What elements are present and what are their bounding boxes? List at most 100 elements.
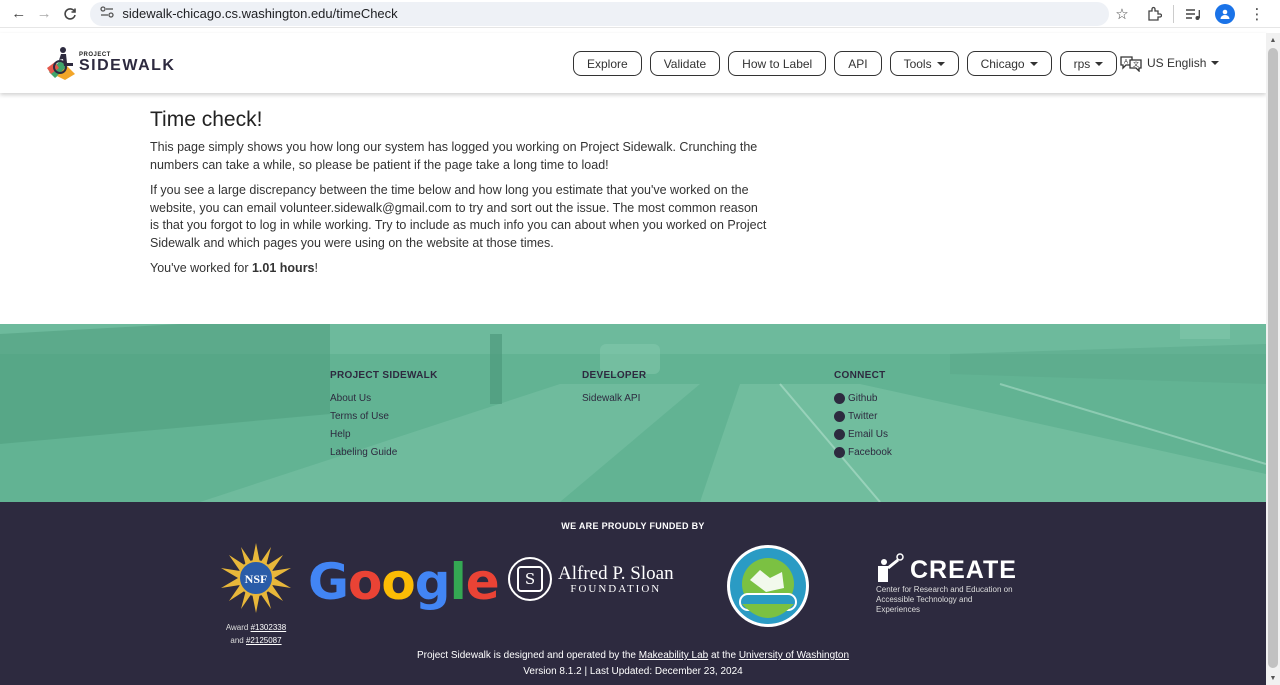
- sidewalk-logo-icon: [47, 47, 75, 80]
- award-prefix: Award: [225, 623, 251, 632]
- footer-col-project: PROJECT SIDEWALK About Us Terms of Use H…: [330, 370, 582, 461]
- footer-heading-connect: CONNECT: [834, 370, 886, 381]
- caret-down-icon: [936, 61, 945, 66]
- footer-link-terms[interactable]: Terms of Use: [330, 407, 582, 425]
- translate-icon: A 文: [1120, 56, 1142, 72]
- scroll-down-arrow-icon[interactable]: ▼: [1266, 671, 1280, 685]
- github-label: Github: [848, 392, 878, 404]
- footer-columns: PROJECT SIDEWALK About Us Terms of Use H…: [330, 370, 1086, 461]
- intro-paragraph: This page simply shows you how long our …: [150, 140, 758, 172]
- site-settings-icon[interactable]: [100, 6, 122, 21]
- footer-link-sidewalk-api[interactable]: Sidewalk API: [582, 389, 834, 407]
- credits-prefix: Project Sidewalk is designed and operate…: [416, 650, 639, 661]
- browser-toolbar: ← → sidewalk-chicago.cs.washington.edu/t…: [0, 0, 1280, 28]
- sloan-foundation-word: FOUNDATION: [570, 582, 662, 595]
- google-letter: g: [414, 553, 451, 611]
- nav-tools-dropdown[interactable]: Tools: [889, 51, 959, 76]
- project-sidewalk-logo[interactable]: PROJECT SIDEWALK: [47, 46, 175, 80]
- url-text: sidewalk-chicago.cs.washington.edu/timeC…: [122, 6, 398, 21]
- worked-hours-value: 1.01 hours: [251, 261, 315, 275]
- forward-button[interactable]: →: [31, 1, 56, 27]
- email-label: Email Us: [848, 428, 889, 440]
- footer-heading-project: PROJECT SIDEWALK: [330, 370, 438, 381]
- forward-icon: →: [36, 5, 52, 22]
- twitter-icon: [834, 410, 845, 422]
- sloan-foundation-logo[interactable]: S Alfred P. Sloan FOUNDATION: [508, 557, 674, 601]
- footer-link-about[interactable]: About Us: [330, 389, 582, 407]
- worked-time-line: You've worked for 1.01 hours!: [150, 260, 770, 278]
- svg-text:文: 文: [1133, 61, 1139, 69]
- facebook-label: Facebook: [848, 446, 892, 458]
- facebook-icon: [834, 446, 845, 458]
- twitter-label: Twitter: [848, 410, 878, 422]
- bookmark-star-icon[interactable]: ☆: [1109, 2, 1135, 26]
- nav-explore-label: Explore: [587, 56, 628, 71]
- address-bar[interactable]: sidewalk-chicago.cs.washington.edu/timeC…: [90, 1, 1109, 26]
- extensions-icon[interactable]: [1141, 2, 1167, 26]
- footer-link-help[interactable]: Help: [330, 425, 582, 443]
- browser-menu-icon[interactable]: ⋮: [1244, 2, 1270, 26]
- credits-line: Project Sidewalk is designed and operate…: [0, 648, 1266, 664]
- worked-suffix: !: [314, 261, 318, 275]
- footer-link-labeling-guide[interactable]: Labeling Guide: [330, 443, 582, 461]
- nav-validate-label: Validate: [663, 56, 707, 71]
- browser-actions: ☆ ⋮: [1109, 2, 1274, 26]
- uw-link[interactable]: University of Washington: [739, 650, 849, 661]
- language-dropdown[interactable]: A 文 US English: [1119, 54, 1220, 72]
- site-header: PROJECT SIDEWALK Explore Validate How to…: [0, 33, 1266, 93]
- nav-user-dropdown[interactable]: rps: [1059, 51, 1118, 76]
- nav-api[interactable]: API: [834, 51, 882, 76]
- profile-avatar[interactable]: [1212, 2, 1238, 26]
- award-and: and: [230, 636, 246, 645]
- credits: Project Sidewalk is designed and operate…: [0, 648, 1266, 680]
- github-icon: [834, 392, 845, 404]
- caret-down-icon: [1095, 61, 1104, 66]
- create-person-icon: [878, 553, 904, 582]
- reload-icon: [63, 7, 76, 20]
- funders-footer: WE ARE PROUDLY FUNDED BY NSF Award #1302…: [0, 502, 1266, 685]
- google-logo[interactable]: Google: [308, 553, 500, 611]
- back-icon: ←: [11, 5, 27, 22]
- google-letter: e: [465, 553, 500, 611]
- nav-explore[interactable]: Explore: [573, 51, 642, 76]
- nav-validate[interactable]: Validate: [649, 51, 721, 76]
- nav-city-dropdown[interactable]: Chicago: [966, 51, 1052, 76]
- worked-prefix: You've worked for: [150, 261, 252, 275]
- footer-col-developer: DEVELOPER Sidewalk API: [582, 370, 834, 461]
- reload-button[interactable]: [57, 1, 82, 27]
- award-link-2[interactable]: #2125087: [246, 636, 282, 645]
- google-letter: G: [308, 553, 349, 611]
- main-content: Time check! This page simply shows you h…: [150, 108, 770, 286]
- svg-text:NSF: NSF: [245, 572, 268, 586]
- nsf-funder: NSF Award #1302338 and #2125087: [221, 543, 291, 647]
- footer-link-email[interactable]: Email Us: [834, 425, 1086, 443]
- nsf-logo[interactable]: NSF: [221, 543, 291, 613]
- back-button[interactable]: ←: [6, 1, 31, 27]
- profile-person-icon: [1220, 9, 1230, 19]
- toolbar-divider: [1173, 4, 1174, 23]
- nsf-award-text: Award #1302338 and #2125087: [221, 621, 291, 647]
- footer-link-facebook[interactable]: Facebook: [834, 443, 1086, 461]
- nav-how-to-label[interactable]: How to Label: [728, 51, 827, 76]
- award-link-1[interactable]: #1302338: [251, 623, 287, 632]
- google-letter: o: [381, 553, 415, 611]
- media-control-icon[interactable]: [1180, 2, 1206, 26]
- scroll-thumb[interactable]: [1268, 48, 1278, 668]
- logo-big-text: SIDEWALK: [79, 57, 176, 74]
- credits-mid: at the: [708, 650, 739, 661]
- create-logo[interactable]: CREATE Center for Research and Education…: [876, 552, 1017, 615]
- footer-link-twitter[interactable]: Twitter: [834, 407, 1086, 425]
- svg-text:A: A: [1124, 60, 1128, 66]
- email-icon: [834, 428, 845, 440]
- makeability-lab-link[interactable]: Makeability Lab: [639, 650, 708, 661]
- page-scrollbar[interactable]: ▲ ▼: [1266, 33, 1280, 685]
- footer-link-github[interactable]: Github: [834, 389, 1086, 407]
- scroll-up-arrow-icon[interactable]: ▲: [1266, 33, 1280, 47]
- nav-city-label: Chicago: [980, 56, 1025, 71]
- pactrans-logo[interactable]: [726, 544, 810, 628]
- nav-api-label: API: [848, 56, 868, 71]
- version-line: Version 8.1.2 | Last Updated: December 2…: [523, 666, 743, 677]
- footer-heading-developer: DEVELOPER: [582, 370, 647, 381]
- caret-down-icon: [1029, 61, 1038, 66]
- nav-tools-label: Tools: [903, 56, 932, 71]
